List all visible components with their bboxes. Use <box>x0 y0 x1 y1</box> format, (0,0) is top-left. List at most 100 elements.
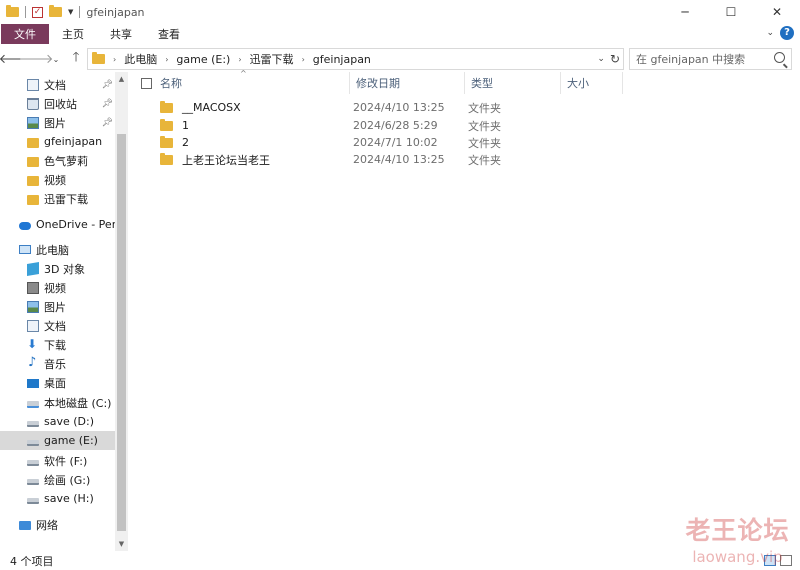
sidebar-item-videos[interactable]: 视频 <box>0 278 115 297</box>
sidebar-item-label: 音乐 <box>44 357 66 371</box>
maximize-button[interactable]: ☐ <box>708 0 754 24</box>
file-type: 文件夹 <box>468 119 501 133</box>
sidebar-item-label: 回收站 <box>44 97 77 111</box>
sidebar-item-label: OneDrive - Perso <box>36 218 115 231</box>
breadcrumb-this-pc[interactable]: 此电脑 <box>120 51 161 67</box>
forward-button[interactable]: 🡒 <box>19 47 54 71</box>
sidebar-item-this-pc[interactable]: 此电脑 <box>0 240 115 259</box>
breadcrumb-drive[interactable]: game (E:) <box>172 53 234 66</box>
help-icon[interactable]: ? <box>780 26 794 40</box>
sidebar-item-recycle-bin[interactable]: 回收站 📌︎ <box>0 94 115 113</box>
address-bar[interactable]: › 此电脑 › game (E:) › 迅雷下载 › gfeinjapan ⌄ … <box>87 48 624 70</box>
tab-share[interactable]: 共享 <box>97 24 145 44</box>
sidebar-item-label: 文档 <box>44 78 66 92</box>
pin-icon[interactable]: 📌︎ <box>102 118 113 128</box>
sidebar-item-label: 视频 <box>44 173 66 187</box>
sidebar-item-documents-pc[interactable]: 文档 <box>0 316 115 335</box>
recent-locations-button[interactable]: ⌄ <box>46 47 66 71</box>
breadcrumb-current[interactable]: gfeinjapan <box>309 53 375 66</box>
expand-ribbon-icon[interactable]: ⌄ <box>766 28 774 38</box>
large-icons-view-icon[interactable] <box>780 555 792 566</box>
sidebar-item-label: gfeinjapan <box>44 135 103 148</box>
breadcrumb-separator[interactable]: › <box>161 55 172 64</box>
network-icon <box>19 521 31 530</box>
address-dropdown-icon[interactable]: ⌄ <box>597 54 605 64</box>
table-row[interactable]: 上老王论坛当老王 2024/4/10 13:25 文件夹 <box>131 151 800 168</box>
close-button[interactable]: ✕ <box>754 0 800 24</box>
sidebar-item-pictures[interactable]: 图片 📌︎ <box>0 113 115 132</box>
breadcrumb-separator[interactable]: › <box>298 55 309 64</box>
sidebar-item-onedrive[interactable]: OneDrive - Perso <box>0 215 115 234</box>
column-header-name[interactable]: 名称 <box>154 72 350 94</box>
tab-home[interactable]: 主页 <box>49 24 97 44</box>
search-input[interactable]: 在 gfeinjapan 中搜索 <box>629 48 792 70</box>
pin-icon[interactable]: 📌︎ <box>102 80 113 90</box>
pin-icon[interactable]: 📌︎ <box>102 99 113 109</box>
table-row[interactable]: __MACOSX 2024/4/10 13:25 文件夹 <box>131 99 800 116</box>
music-icon <box>27 355 39 370</box>
sidebar-item-videos-folder[interactable]: 视频 <box>0 170 115 189</box>
item-count: 4 个项目 <box>10 554 54 568</box>
file-modified: 2024/6/28 5:29 <box>353 119 438 132</box>
column-label: 名称 <box>160 77 182 90</box>
breadcrumb-separator[interactable]: › <box>109 55 120 64</box>
minimize-button[interactable]: ─ <box>662 0 708 24</box>
sidebar-item-drive-d[interactable]: save (D:) <box>0 412 115 431</box>
column-header-modified[interactable]: 修改日期 <box>350 72 465 94</box>
sidebar-item-desktop[interactable]: 桌面 <box>0 373 115 392</box>
sidebar-scrollbar[interactable]: ▲ ▼ <box>115 72 128 551</box>
file-name: 上老王论坛当老王 <box>182 153 270 167</box>
scroll-down-arrow[interactable]: ▼ <box>115 537 128 551</box>
file-name-cell: 1 <box>160 117 189 134</box>
breadcrumb-separator[interactable]: › <box>234 55 245 64</box>
column-header-size[interactable]: 大小 <box>561 72 623 94</box>
sidebar-item-label: 软件 (F:) <box>44 454 88 468</box>
sidebar-item-3d-objects[interactable]: 3D 对象 <box>0 259 115 278</box>
sidebar-item-drive-e[interactable]: game (E:) <box>0 431 115 450</box>
view-switcher <box>764 555 792 566</box>
table-row[interactable]: 1 2024/6/28 5:29 文件夹 <box>131 117 800 134</box>
navigation-pane: 文档 📌︎ 回收站 📌︎ 图片 📌︎ gfeinjapan 色气萝莉 视频 迅雷… <box>0 72 128 551</box>
sidebar-item-folder-2[interactable]: 色气萝莉 <box>0 151 115 170</box>
address-tools: ⌄ ↻ <box>597 49 623 69</box>
customize-toolbar-icon[interactable]: ▼ <box>68 8 73 16</box>
sidebar-item-documents[interactable]: 文档 📌︎ <box>0 75 115 94</box>
sidebar-item-label: 3D 对象 <box>44 262 85 276</box>
folder-icon <box>160 135 173 148</box>
recycle-bin-icon <box>27 97 39 110</box>
sidebar-item-label: 迅雷下载 <box>44 192 88 206</box>
sidebar-item-drive-g[interactable]: 绘画 (G:) <box>0 470 115 489</box>
sidebar-item-drive-c[interactable]: 本地磁盘 (C:) <box>0 393 115 412</box>
ribbon-right-controls: ⌄ ? <box>766 26 794 40</box>
sidebar-item-network[interactable]: 网络 <box>0 515 115 534</box>
sidebar-item-gfeinjapan[interactable]: gfeinjapan <box>0 132 115 151</box>
sidebar-item-label: 桌面 <box>44 376 66 390</box>
sidebar-item-label: 本地磁盘 (C:) <box>44 396 112 410</box>
refresh-icon[interactable]: ↻ <box>610 52 620 66</box>
scrollbar-thumb[interactable] <box>117 134 126 531</box>
file-modified: 2024/4/10 13:25 <box>353 101 445 114</box>
select-all-checkbox[interactable] <box>141 78 152 89</box>
search-placeholder: 在 gfeinjapan 中搜索 <box>636 53 746 66</box>
sidebar-item-pictures-pc[interactable]: 图片 <box>0 297 115 316</box>
folder-icon <box>27 194 39 205</box>
table-row[interactable]: 2 2024/7/1 10:02 文件夹 <box>131 134 800 151</box>
new-folder-icon[interactable] <box>49 5 62 17</box>
up-button[interactable]: 🡑 <box>66 47 86 71</box>
column-header-type[interactable]: 类型 <box>465 72 561 94</box>
breadcrumb-folder[interactable]: 迅雷下载 <box>246 51 298 67</box>
sidebar-item-drive-h[interactable]: save (H:) <box>0 489 115 508</box>
tab-view[interactable]: 查看 <box>145 24 193 44</box>
sidebar-item-music[interactable]: 音乐 <box>0 354 115 373</box>
sidebar-item-thunder-downloads[interactable]: 迅雷下载 <box>0 189 115 208</box>
tab-file[interactable]: 文件 <box>1 24 49 44</box>
sidebar-item-downloads[interactable]: 下载 <box>0 335 115 354</box>
pictures-icon <box>27 116 39 129</box>
sidebar-item-drive-f[interactable]: 软件 (F:) <box>0 451 115 470</box>
details-view-icon[interactable] <box>764 555 776 566</box>
quick-access-toolbar: ✓ ▼ <box>0 5 81 18</box>
scroll-up-arrow[interactable]: ▲ <box>115 72 128 86</box>
properties-icon[interactable]: ✓ <box>32 6 43 18</box>
folder-icon <box>92 52 105 64</box>
column-label: 类型 <box>471 77 493 90</box>
